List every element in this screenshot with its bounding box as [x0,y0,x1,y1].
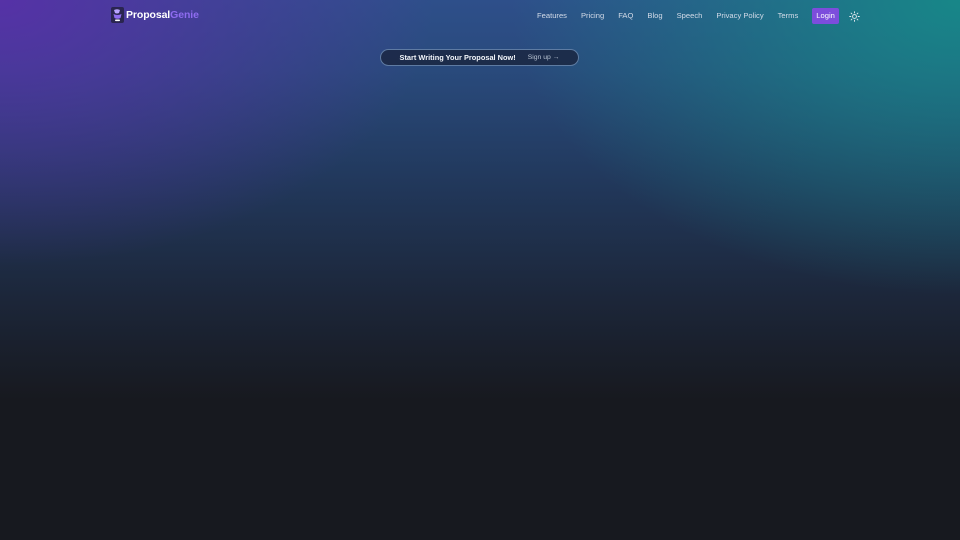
login-button[interactable]: Login [812,8,839,24]
signup-announcement-pill[interactable]: Start Writing Your Proposal Now! Sign up… [380,49,579,66]
nav-link-pricing[interactable]: Pricing [581,8,604,24]
nav-link-terms[interactable]: Terms [778,8,799,24]
brand-name-primary: Proposal [126,9,171,21]
brand-logo-link[interactable]: ProposalGenie [111,6,199,24]
nav-link-faq[interactable]: FAQ [618,8,633,24]
site-header: ProposalGenie Features Pricing FAQ Blog … [0,0,960,32]
nav-link-blog[interactable]: Blog [647,8,662,24]
nav-link-speech[interactable]: Speech [677,8,703,24]
nav-link-features[interactable]: Features [537,8,567,24]
theme-toggle-button[interactable] [848,9,862,23]
page-background [0,0,960,540]
brand-name: ProposalGenie [126,9,199,21]
main-nav: Features Pricing FAQ Blog Speech Privacy… [537,8,862,24]
genie-lamp-icon [111,7,124,23]
sun-icon [849,10,861,22]
brand-name-accent: Genie [170,9,199,21]
signup-link[interactable]: Sign up → [528,54,560,61]
cta-text: Start Writing Your Proposal Now! [399,53,516,62]
nav-link-privacy-policy[interactable]: Privacy Policy [716,8,763,24]
